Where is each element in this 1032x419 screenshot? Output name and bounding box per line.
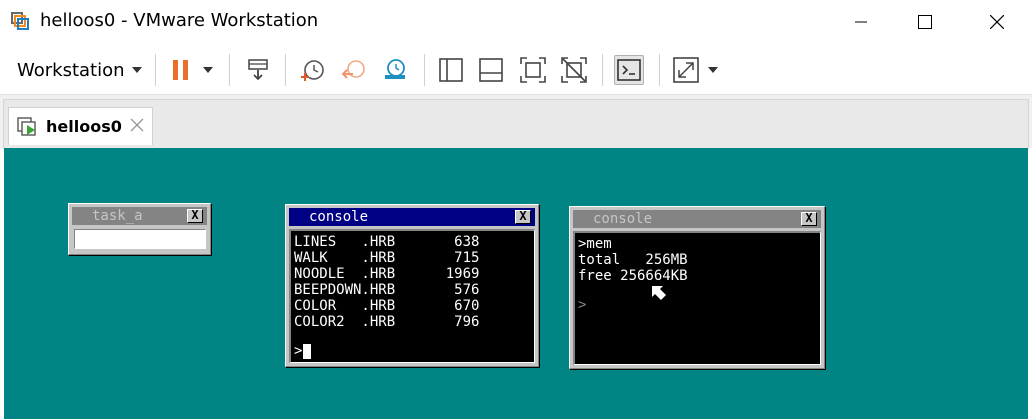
window-title: helloos0 - VMware Workstation (40, 10, 319, 31)
stretch-guest-button[interactable] (671, 55, 701, 85)
pause-dropdown-icon[interactable] (203, 67, 213, 73)
toolbar: Workstation (0, 44, 1032, 94)
console-cursor (303, 344, 311, 359)
snapshot-take-icon (301, 60, 324, 81)
console-line: COLOR2 .HRB 796 (294, 314, 480, 330)
console-output[interactable]: >mem total 256MB free 256664KB > (573, 231, 821, 365)
guest-window-console-inactive[interactable]: console X >mem total 256MB free 256664KB… (569, 206, 825, 369)
console-view-button[interactable] (614, 55, 644, 85)
stretch-dropdown-icon[interactable] (708, 67, 718, 73)
revert-snapshot-button[interactable] (339, 55, 369, 85)
console-line: NOODLE .HRB 1969 (294, 266, 480, 282)
thumbnail-bar-button[interactable] (476, 55, 506, 85)
guest-window-titlebar[interactable]: console X (289, 208, 535, 226)
console-line: LINES .HRB 638 (294, 234, 480, 250)
console-line: COLOR .HRB 670 (294, 298, 480, 314)
task-a-textbox[interactable] (74, 229, 206, 249)
console-line: BEEPDOWN.HRB 576 (294, 282, 480, 298)
tab-helloos0[interactable]: helloos0 (8, 107, 153, 145)
fullscreen-button[interactable] (518, 55, 548, 85)
take-snapshot-button[interactable] (297, 55, 327, 85)
send-ctrl-alt-del-button[interactable] (243, 55, 273, 85)
guest-close-button[interactable]: X (187, 209, 203, 223)
tab-strip-background (3, 99, 1029, 149)
guest-window-titlebar[interactable]: task_a X (72, 207, 207, 225)
guest-window-title: console (309, 209, 369, 225)
toolbar-separator (155, 54, 156, 86)
pause-icon (173, 60, 188, 80)
console-view-icon (617, 59, 641, 81)
tab-strip: helloos0 (0, 94, 1032, 149)
tab-close-icon[interactable] (129, 117, 145, 133)
vm-running-icon (17, 117, 36, 136)
console-prompt: > (294, 343, 303, 359)
guest-close-button[interactable]: X (515, 210, 531, 224)
close-icon (990, 15, 1004, 29)
vmware-app-icon (11, 12, 29, 30)
guest-window-title: console (593, 211, 653, 227)
minimize-button[interactable] (838, 0, 884, 44)
guest-close-button[interactable]: X (801, 212, 817, 226)
unity-icon (561, 57, 587, 83)
console-output[interactable]: LINES .HRB 638 WALK .HRB 715 NOODLE .HRB… (289, 229, 535, 363)
stretch-guest-icon (673, 57, 699, 83)
maximize-button[interactable] (902, 0, 948, 44)
thumbnail-view-icon (479, 58, 503, 82)
snapshot-manager-button[interactable] (380, 55, 410, 85)
guest-window-task-a[interactable]: task_a X (68, 203, 211, 255)
toolbar-separator (229, 54, 230, 86)
guest-window-title: task_a (92, 208, 143, 224)
fullscreen-icon (520, 57, 546, 83)
console-line: >mem (578, 236, 612, 252)
show-library-button[interactable] (436, 55, 466, 85)
unity-button[interactable] (559, 55, 589, 85)
snapshot-revert-icon (341, 60, 365, 79)
guest-window-console-active[interactable]: console X LINES .HRB 638 WALK .HRB 715 N… (285, 204, 539, 367)
title-bar: helloos0 - VMware Workstation (0, 0, 1032, 44)
console-line: WALK .HRB 715 (294, 250, 480, 266)
mouse-cursor-icon (652, 286, 666, 300)
close-button[interactable] (974, 0, 1020, 44)
console-prompt: > (578, 297, 587, 313)
pause-button[interactable] (166, 55, 196, 85)
send-keys-icon (248, 59, 268, 81)
toolbar-separator (602, 54, 603, 86)
sidebar-view-icon (439, 58, 463, 82)
console-line: total 256MB (578, 252, 688, 268)
minimize-icon (855, 21, 867, 23)
vm-screen[interactable]: task_a X console X LINES .HRB 638 WALK .… (4, 148, 1028, 419)
tab-label: helloos0 (46, 117, 122, 136)
chevron-down-icon[interactable] (132, 67, 142, 73)
workstation-menu[interactable]: Workstation (17, 60, 125, 81)
toolbar-separator (659, 54, 660, 86)
toolbar-separator (424, 54, 425, 86)
toolbar-separator (285, 54, 286, 86)
console-line: free 256664KB (578, 268, 688, 284)
maximize-icon (918, 15, 932, 29)
guest-window-titlebar[interactable]: console X (573, 210, 821, 228)
snapshot-manager-icon (385, 59, 405, 79)
